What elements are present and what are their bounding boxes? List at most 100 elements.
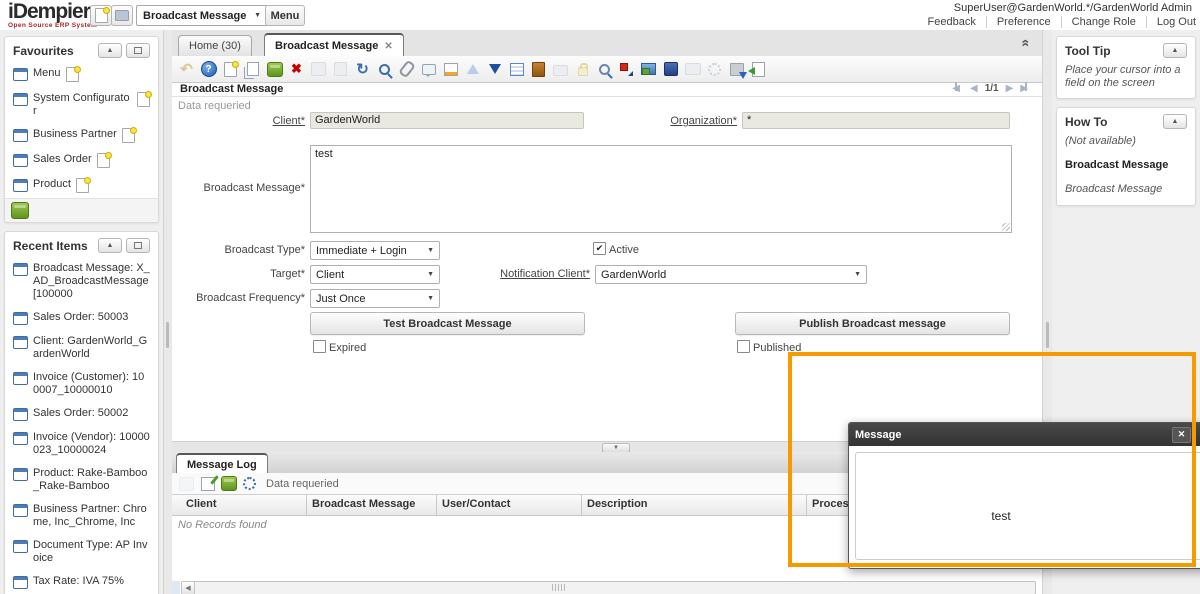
collapse-panel-button[interactable]: ▲ xyxy=(98,43,122,58)
chevron-down-icon: ▼ xyxy=(427,247,434,254)
window-selector[interactable]: Broadcast Message ▼ xyxy=(136,5,268,26)
broadcast-frequency-select[interactable]: Just Once▼ xyxy=(310,289,440,308)
chat-icon[interactable] xyxy=(420,61,437,78)
delete-selection-icon[interactable]: ✖ xyxy=(288,61,305,78)
collapse-panel-button[interactable]: ▲ xyxy=(98,238,122,253)
change-role-link[interactable]: Change Role xyxy=(1062,16,1147,28)
column-header-broadcast-message[interactable]: Broadcast Message xyxy=(312,498,415,510)
recent-item[interactable]: Tax Rate: IVA 75% xyxy=(5,570,158,594)
new-record-icon[interactable] xyxy=(97,153,110,168)
collapse-panel-button[interactable]: ▲ xyxy=(1163,43,1187,58)
recent-item[interactable]: Client: GardenWorld_GardenWorld xyxy=(5,330,158,366)
window-icon xyxy=(13,432,28,445)
broadcast-type-select[interactable]: Immediate + Login▼ xyxy=(310,241,440,260)
recent-item[interactable]: Broadcast Message: X_AD_BroadcastMessage… xyxy=(5,257,158,306)
print-icon[interactable] xyxy=(552,61,569,78)
new-record-icon[interactable] xyxy=(76,178,89,193)
menu-button[interactable]: Menu xyxy=(265,5,305,26)
horizontal-scrollbar[interactable]: ◀ xyxy=(181,581,1036,594)
record-navigation: ◀ ◀ 1/1 ▶ ▶ xyxy=(955,82,1028,94)
collapse-east-panel-icon[interactable]: » xyxy=(1016,39,1032,47)
product-info-icon[interactable] xyxy=(530,61,547,78)
new-record-icon[interactable] xyxy=(137,92,150,107)
favourite-item-menu[interactable]: Menu xyxy=(5,62,158,87)
tab-broadcast-message[interactable]: Broadcast Message ✕ xyxy=(264,33,404,57)
message-dialog-titlebar[interactable]: Message ✕ xyxy=(849,423,1200,446)
recent-item[interactable]: Sales Order: 50003 xyxy=(5,306,158,330)
publish-broadcast-button[interactable]: Publish Broadcast message xyxy=(735,312,1010,335)
copy-record-icon[interactable] xyxy=(244,61,261,78)
favourite-item-business-partner[interactable]: Business Partner xyxy=(5,123,158,148)
help-icon[interactable]: ? xyxy=(200,61,217,78)
detail-record-icon[interactable] xyxy=(486,61,503,78)
process-icon[interactable] xyxy=(706,61,723,78)
new-record-icon[interactable] xyxy=(222,61,239,78)
column-header-description[interactable]: Description xyxy=(587,498,648,510)
workflow-icon[interactable] xyxy=(618,61,635,78)
file-import-icon[interactable] xyxy=(750,61,767,78)
log-edit-icon[interactable] xyxy=(199,475,216,492)
new-record-icon[interactable] xyxy=(66,67,79,82)
previous-record-icon[interactable]: ◀ xyxy=(970,83,978,94)
preference-link[interactable]: Preference xyxy=(987,16,1062,28)
log-delete-icon[interactable] xyxy=(220,475,237,492)
organization-label[interactable]: Organization* xyxy=(640,115,737,127)
published-checkbox[interactable] xyxy=(737,340,750,353)
active-checkbox[interactable]: ✔ xyxy=(593,242,606,255)
trash-icon[interactable] xyxy=(11,202,29,219)
client-label[interactable]: Client* xyxy=(180,115,305,127)
logout-link[interactable]: Log Out xyxy=(1147,16,1200,28)
save-create-new-icon[interactable] xyxy=(332,61,349,78)
close-icon[interactable]: ✕ xyxy=(1172,427,1191,443)
tab-home[interactable]: Home (30) xyxy=(178,35,252,56)
favourite-item-system-configurator[interactable]: System Configurator xyxy=(5,87,158,123)
notification-client-select[interactable]: GardenWorld▼ xyxy=(595,265,867,284)
attachment-icon[interactable] xyxy=(398,61,415,78)
requests-icon[interactable] xyxy=(640,61,657,78)
report-icon[interactable] xyxy=(442,61,459,78)
parent-record-icon[interactable] xyxy=(464,61,481,78)
save-icon[interactable] xyxy=(310,61,327,78)
recent-item[interactable]: Document Type: AP Invoice xyxy=(5,534,158,570)
recent-item[interactable]: Invoice (Customer): 100007_10000010 xyxy=(5,366,158,402)
scroll-left-icon[interactable]: ◀ xyxy=(182,582,195,594)
tab-message-log[interactable]: Message Log xyxy=(176,453,268,474)
close-tab-icon[interactable]: ✕ xyxy=(384,41,392,52)
collapse-panel-button[interactable]: ▲ xyxy=(1163,114,1187,129)
export-icon[interactable] xyxy=(728,61,745,78)
feedback-link[interactable]: Feedback xyxy=(918,16,987,28)
requery-icon[interactable]: ↻ xyxy=(354,61,371,78)
delete-record-icon[interactable] xyxy=(266,61,283,78)
recent-item[interactable]: Sales Order: 50002 xyxy=(5,402,158,426)
expired-checkbox[interactable] xyxy=(313,340,326,353)
log-process-gear-icon[interactable] xyxy=(241,475,258,492)
maximize-panel-button[interactable] xyxy=(126,43,150,58)
last-record-icon[interactable]: ▶ xyxy=(1020,82,1028,94)
next-record-icon[interactable]: ▶ xyxy=(1006,83,1014,94)
find-icon[interactable] xyxy=(376,61,393,78)
favourite-item-sales-order[interactable]: Sales Order xyxy=(5,148,158,173)
undo-icon[interactable]: ↶ xyxy=(178,61,195,78)
new-window-button[interactable] xyxy=(90,5,112,26)
lock-icon[interactable] xyxy=(574,61,591,78)
open-folder-button[interactable] xyxy=(111,5,133,26)
recent-item[interactable]: Invoice (Vendor): 10000023_10000024 xyxy=(5,426,158,462)
zoom-across-icon[interactable] xyxy=(596,61,613,78)
broadcast-message-textarea[interactable]: test xyxy=(310,145,1012,233)
notification-client-label[interactable]: Notification Client* xyxy=(460,268,590,280)
column-header-user-contact[interactable]: User/Contact xyxy=(442,498,510,510)
maximize-panel-button[interactable] xyxy=(126,238,150,253)
scroll-corner xyxy=(172,581,180,594)
recent-item[interactable]: Product: Rake-Bamboo_Rake-Bamboo xyxy=(5,462,158,498)
test-broadcast-button[interactable]: Test Broadcast Message xyxy=(310,312,585,335)
column-header-client[interactable]: Client xyxy=(186,498,217,510)
report-window-icon[interactable] xyxy=(684,61,701,78)
favourite-item-product[interactable]: Product xyxy=(5,173,158,198)
first-record-icon[interactable]: ◀ xyxy=(955,82,963,94)
grid-toggle-icon[interactable] xyxy=(508,61,525,78)
target-select[interactable]: Client▼ xyxy=(310,265,440,284)
recent-item[interactable]: Business Partner: Chrome, Inc_Chrome, In… xyxy=(5,498,158,534)
new-record-icon[interactable] xyxy=(122,128,135,143)
scrollbar-grip[interactable] xyxy=(552,584,566,591)
archive-icon[interactable] xyxy=(662,61,679,78)
